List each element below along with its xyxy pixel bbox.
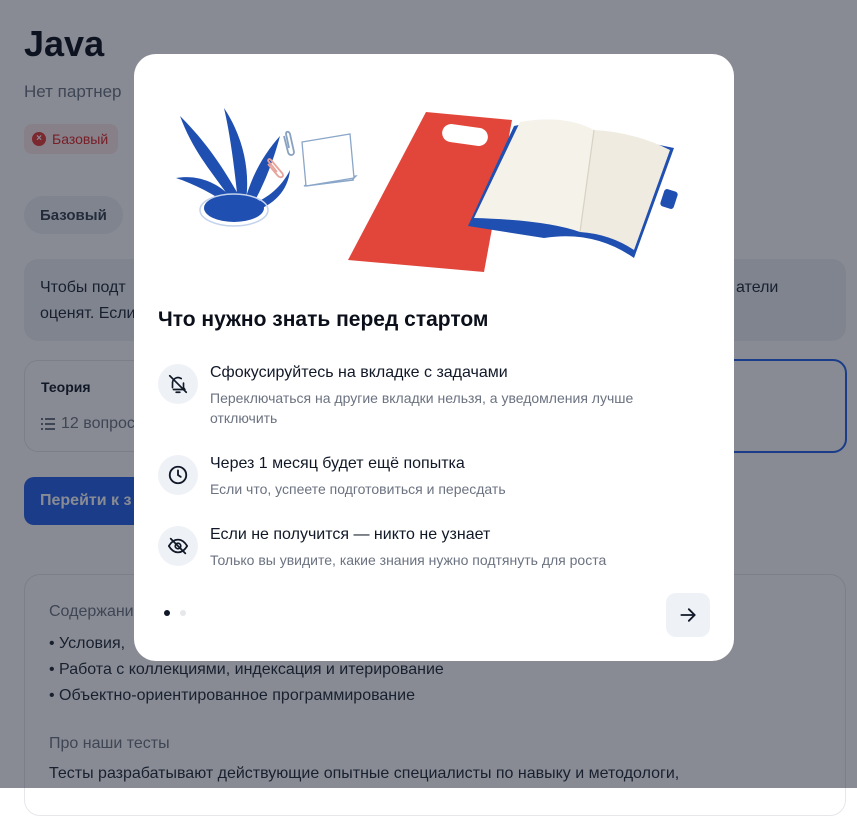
clock-icon <box>168 465 188 485</box>
pagination-dots <box>164 610 186 616</box>
bell-off-icon <box>168 374 188 394</box>
tip-title: Если не получится — никто не узнает <box>210 526 491 543</box>
tip-icon-wrapper <box>158 455 198 495</box>
pagination-dot-active[interactable] <box>164 610 170 616</box>
tip-description: Только вы увидите, какие знания нужно по… <box>210 552 607 568</box>
tip-description: Переключаться на другие вкладки нельзя, … <box>210 390 634 426</box>
tip-icon-wrapper <box>158 364 198 404</box>
sticky-notes-icon <box>301 133 358 187</box>
onboarding-modal: Что нужно знать перед стартом Сфокусируй… <box>134 54 734 661</box>
tip-title: Через 1 месяц будет ещё попытка <box>210 455 465 472</box>
eye-off-icon <box>167 537 189 555</box>
pagination-dot[interactable] <box>180 610 186 616</box>
tip-description: Если что, успеете подготовиться и пересд… <box>210 481 506 497</box>
tip-title: Сфокусируйтесь на вкладке с задачами <box>210 364 508 381</box>
modal-title: Что нужно знать перед стартом <box>158 308 489 331</box>
notebook-illustration <box>176 108 678 272</box>
tip-icon-wrapper <box>158 526 198 566</box>
next-button[interactable] <box>666 593 710 637</box>
arrow-right-icon <box>680 608 696 622</box>
paperclip-icon <box>283 130 295 156</box>
